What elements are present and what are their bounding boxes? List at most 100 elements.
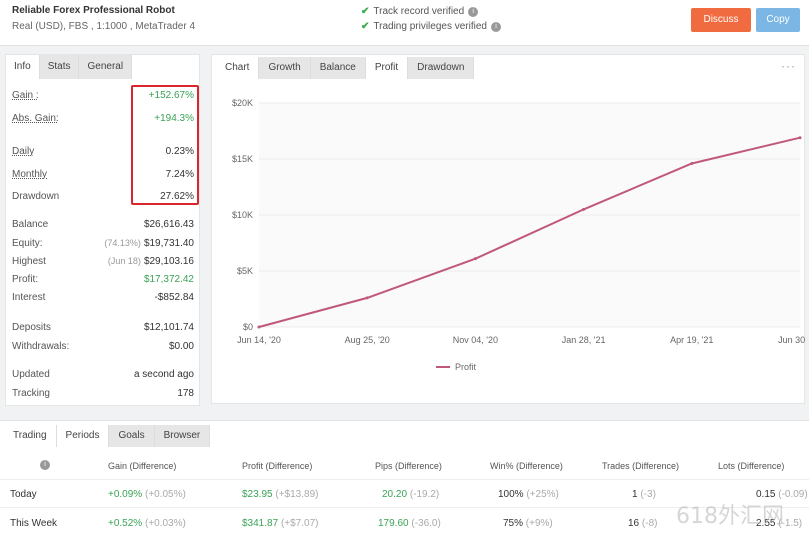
- gain-label[interactable]: Gain :: [12, 90, 39, 101]
- tab-browser[interactable]: Browser: [154, 425, 211, 447]
- checkmark-icon: ✔: [361, 6, 370, 17]
- abs-gain-label[interactable]: Abs. Gain:: [12, 113, 59, 124]
- equity-percent: (74.13%): [104, 237, 141, 248]
- stats-tabs: Info Stats General: [6, 55, 133, 79]
- highest-date: (Jun 18): [107, 255, 141, 266]
- y-tick-label: $5K: [237, 266, 253, 276]
- updated-value: a second ago: [133, 368, 194, 380]
- profit-diff: (+$7.07): [280, 518, 319, 529]
- x-tick-label: Aug 25, '20: [345, 335, 390, 345]
- info-icon[interactable]: i: [468, 6, 479, 17]
- profit-point: [365, 296, 369, 300]
- header-win: Win% (Difference): [490, 461, 563, 471]
- track-record-verified-label: Track record verified: [373, 6, 465, 17]
- profit-point: [257, 325, 261, 329]
- system-title: Reliable Forex Professional Robot: [12, 5, 175, 16]
- tracking-row: Tracking 178: [12, 385, 194, 401]
- trades-cell: 1: [632, 489, 638, 500]
- balance-label: Balance: [12, 218, 49, 230]
- profit-point: [798, 136, 802, 140]
- period-label: This Week: [10, 518, 58, 529]
- tracking-label: Tracking: [12, 387, 50, 399]
- gain-cell: +0.09%: [108, 489, 143, 500]
- x-tick-label: Nov 04, '20: [453, 335, 498, 345]
- tracking-value: 178: [177, 387, 194, 399]
- withdrawals-label: Withdrawals:: [12, 340, 70, 352]
- trades-diff: (-3): [640, 489, 656, 500]
- x-tick-label: Jun 30, '21: [778, 335, 806, 345]
- y-tick-label: $0: [243, 322, 253, 332]
- win-cell: 100%: [498, 489, 524, 500]
- trades-cell: 16: [628, 518, 640, 529]
- gain-diff: (+0.05%): [144, 489, 186, 500]
- withdrawals-row: Withdrawals: $0.00: [12, 338, 194, 354]
- profit-cell: $23.95: [242, 489, 273, 500]
- y-tick-label: $15K: [232, 154, 253, 164]
- profit-value: $17,372.42: [143, 273, 194, 285]
- legend-label: Profit: [455, 362, 477, 372]
- header-profit: Profit (Difference): [242, 461, 313, 471]
- y-tick-label: $10K: [232, 210, 253, 220]
- y-tick-label: $20K: [232, 98, 253, 108]
- profit-point: [582, 207, 586, 211]
- highest-value: $29,103.16: [143, 255, 194, 267]
- tab-general[interactable]: General: [79, 55, 133, 79]
- info-icon[interactable]: i: [40, 460, 50, 470]
- balance-value: $26,616.43: [143, 218, 194, 230]
- pips-diff: (-36.0): [411, 518, 441, 529]
- header-lots: Lots (Difference): [718, 461, 785, 471]
- stats-panel: Info Stats General Gain : +152.67% Abs. …: [5, 54, 200, 406]
- updated-row: Updated a second ago: [12, 366, 194, 382]
- pips-cell: 179.60: [378, 518, 409, 529]
- win-diff: (+9%): [525, 518, 553, 529]
- top-bar: Reliable Forex Professional Robot Real (…: [0, 0, 809, 46]
- tab-goals[interactable]: Goals: [109, 425, 155, 447]
- balance-row: Balance $26,616.43: [12, 216, 194, 232]
- tab-trading[interactable]: Trading: [4, 425, 57, 447]
- pips-cell: 20.20: [382, 489, 408, 500]
- info-icon[interactable]: i: [490, 21, 501, 32]
- profit-point: [473, 257, 477, 261]
- tab-stats[interactable]: Stats: [39, 55, 80, 79]
- chart-panel: Chart Growth Balance Profit Drawdown ···…: [211, 54, 806, 404]
- header-gain: Gain (Difference): [108, 461, 177, 471]
- profit-point: [690, 161, 694, 165]
- watermark: 618外汇网: [676, 504, 784, 529]
- deposits-value: $12,101.74: [143, 321, 194, 333]
- monthly-label[interactable]: Monthly: [12, 169, 47, 180]
- trades-diff: (-8): [641, 518, 658, 529]
- gain-cell: +0.52%: [108, 518, 143, 529]
- period-label: Today: [10, 489, 37, 500]
- x-tick-label: Apr 19, '21: [670, 335, 713, 345]
- header-pips: Pips (Difference): [375, 461, 442, 471]
- drawdown-label: Drawdown: [12, 190, 60, 202]
- x-tick-label: Jun 14, '20: [237, 335, 281, 345]
- profit-diff: (+$13.89): [275, 489, 319, 500]
- interest-row: Interest -$852.84: [12, 289, 194, 305]
- highest-row: Highest (Jun 18) $29,103.16: [12, 253, 194, 269]
- highlight-box: [131, 85, 199, 205]
- equity-value: $19,731.40: [143, 237, 194, 249]
- copy-button[interactable]: Copy: [756, 8, 800, 32]
- deposits-row: Deposits $12,101.74: [12, 319, 194, 335]
- trading-privileges-verified: ✔ Trading privileges verified i: [361, 21, 501, 32]
- pips-diff: (-19.2): [409, 489, 440, 500]
- profit-cell: $341.87: [242, 518, 279, 529]
- updated-label: Updated: [12, 368, 50, 380]
- header-trades: Trades (Difference): [602, 461, 680, 471]
- win-cell: 75%: [503, 518, 524, 529]
- bottom-tabs: Trading Periods Goals Browser: [4, 425, 211, 447]
- discuss-button[interactable]: Discuss: [691, 8, 751, 32]
- tab-info[interactable]: Info: [6, 55, 40, 79]
- profit-label: Profit:: [12, 273, 39, 285]
- daily-label[interactable]: Daily: [12, 146, 34, 157]
- equity-label: Equity:: [12, 237, 43, 249]
- profit-chart: $20K $15K $10K $5K $0 Jun 14, '20 Aug 25, '20 N…: [232, 98, 806, 372]
- checkmark-icon: ✔: [361, 21, 370, 32]
- deposits-label: Deposits: [12, 321, 51, 333]
- gain-diff: (+0.03%): [144, 518, 186, 529]
- profit-row: Profit: $17,372.42: [12, 271, 194, 287]
- trading-privileges-label: Trading privileges verified: [373, 21, 487, 32]
- tab-periods[interactable]: Periods: [56, 425, 110, 447]
- account-subtitle: Real (USD), FBS , 1:1000 , MetaTrader 4: [12, 21, 196, 32]
